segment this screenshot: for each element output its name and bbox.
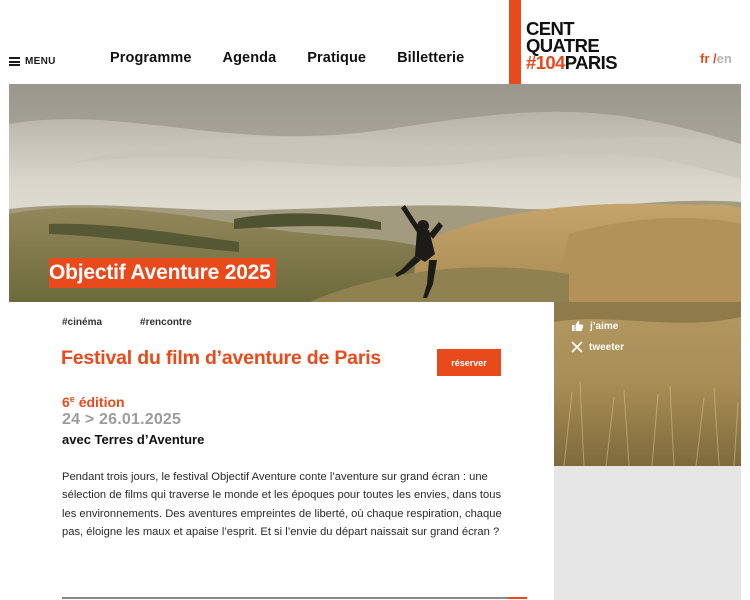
event-partner: avec Terres d’Aventure [62, 432, 205, 447]
x-twitter-icon [571, 341, 583, 353]
edition-word: édition [78, 394, 125, 410]
event-description: Pendant trois jours, le festival Objecti… [62, 471, 502, 538]
like-label: j’aime [590, 320, 619, 332]
menu-label: MENU [25, 56, 56, 67]
nav-item-programme[interactable]: Programme [110, 50, 192, 66]
nav-item-pratique[interactable]: Pratique [307, 50, 366, 66]
edition-number: 6 [62, 394, 70, 410]
event-edition: 6e édition [62, 394, 125, 410]
nav-item-agenda[interactable]: Agenda [223, 50, 277, 66]
nav-item-billetterie[interactable]: Billetterie [397, 50, 464, 66]
bottom-divider-accent [508, 597, 527, 599]
menu-button[interactable]: MENU [9, 56, 56, 67]
tweet-button[interactable]: tweeter [571, 341, 624, 353]
like-button[interactable]: j’aime [571, 320, 618, 332]
main-nav: Programme Agenda Pratique Billetterie [110, 50, 495, 66]
event-title: Festival du film d’aventure de Paris [61, 347, 382, 369]
bottom-divider [62, 597, 527, 599]
logo-number: #104 [526, 52, 565, 73]
site-logo[interactable]: CENT QUATRE #104PARIS [509, 0, 618, 84]
lang-fr[interactable]: fr [700, 51, 709, 66]
logo-accent-bar [509, 0, 521, 84]
lang-en[interactable]: en [717, 51, 732, 66]
logo-city: PARIS [564, 52, 618, 73]
logo-wordmark: CENT QUATRE #104PARIS [521, 0, 618, 84]
site-header: MENU Programme Agenda Pratique Billetter… [0, 0, 750, 84]
side-empty-panel [554, 466, 741, 600]
language-switcher: fr /en [700, 51, 732, 66]
hero-title: Objectif Aventure 2025 [49, 258, 276, 288]
tag-cinema[interactable]: #cinéma [62, 317, 102, 328]
reserve-button[interactable]: réserver [437, 349, 501, 376]
tweet-label: tweeter [589, 341, 625, 353]
logo-line-3: #104PARIS [526, 52, 618, 73]
event-dates: 24 > 26.01.2025 [62, 411, 182, 428]
edition-suffix: e [69, 394, 75, 404]
tag-rencontre[interactable]: #rencontre [140, 317, 192, 328]
hamburger-icon [9, 57, 20, 66]
thumbs-up-icon [572, 321, 584, 331]
event-tags: #cinéma #rencontre [62, 317, 230, 328]
